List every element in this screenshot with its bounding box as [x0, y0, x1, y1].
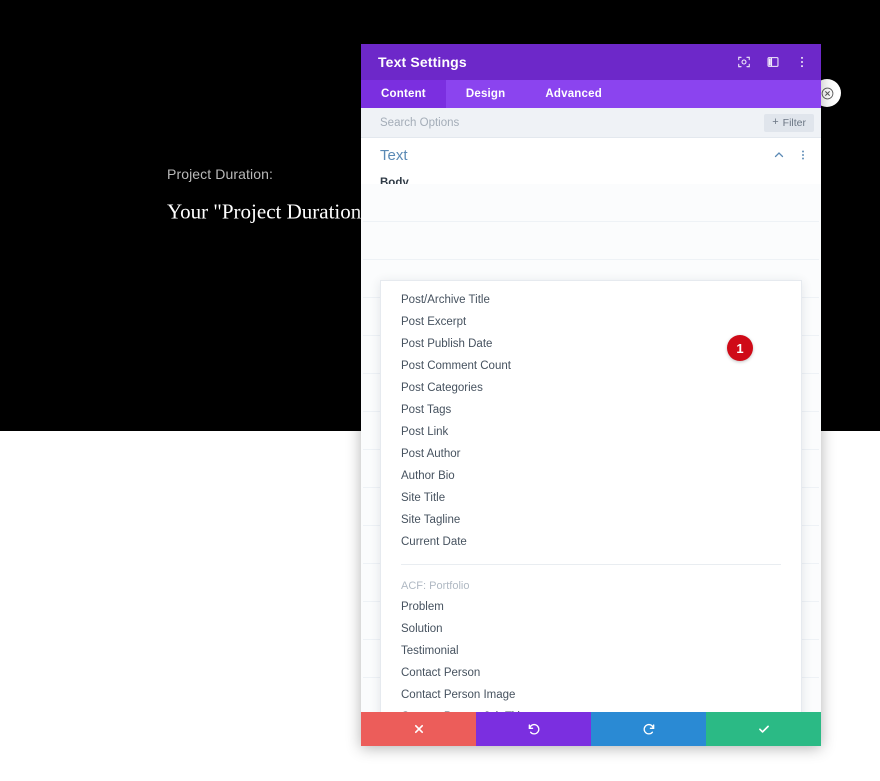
- filter-button[interactable]: + Filter: [764, 113, 814, 132]
- modal-footer: [361, 712, 821, 746]
- dropdown-item[interactable]: Contact Person: [381, 662, 801, 684]
- section-actions: [773, 149, 809, 161]
- filter-button-label: Filter: [782, 116, 806, 129]
- dropdown-item[interactable]: Post Categories: [381, 377, 801, 399]
- tab-advanced[interactable]: Advanced: [525, 80, 622, 108]
- dropdown-item[interactable]: Contact Person Image: [381, 684, 801, 706]
- x-icon: [414, 724, 423, 734]
- modal-header-actions: [736, 55, 809, 70]
- save-button[interactable]: [706, 712, 821, 746]
- dropdown-group-label: ACF: Portfolio: [401, 579, 470, 592]
- split-panel-icon[interactable]: [765, 55, 780, 70]
- plus-icon: +: [772, 116, 779, 128]
- dropdown-item[interactable]: Author Bio: [381, 465, 801, 487]
- step-badge: 1: [727, 335, 753, 361]
- tab-design[interactable]: Design: [446, 80, 526, 108]
- dropdown-item[interactable]: Problem: [381, 596, 801, 618]
- dropdown-item[interactable]: Post Tags: [381, 399, 801, 421]
- text-section-header: Text: [361, 138, 821, 172]
- focus-target-icon[interactable]: [736, 55, 751, 70]
- dropdown-item[interactable]: Post Excerpt: [381, 311, 801, 333]
- dropdown-item[interactable]: Current Date: [381, 531, 801, 553]
- dropdown-primary-group: Post/Archive Title Post Excerpt Post Publi…: [381, 289, 801, 553]
- cancel-button[interactable]: [361, 712, 476, 746]
- dropdown-item[interactable]: Post/Archive Title: [381, 289, 801, 311]
- checkmark-icon: [758, 725, 769, 733]
- text-settings-modal: Text Settings Content Design Advanced Se…: [361, 44, 821, 746]
- dropdown-item[interactable]: Post Link: [381, 421, 801, 443]
- dropdown-acf-group: Problem Solution Testimonial Contact Person…: [381, 596, 801, 712]
- dropdown-item[interactable]: Post Author: [381, 443, 801, 465]
- ghost-row: [363, 222, 819, 260]
- dropdown-divider: [401, 564, 781, 565]
- modal-header: Text Settings: [361, 44, 821, 80]
- background-field-label: Project Duration:: [167, 166, 273, 182]
- dropdown-item[interactable]: Contact Person Job Title: [381, 706, 801, 712]
- dropdown-item[interactable]: Testimonial: [381, 640, 801, 662]
- search-bar: + Filter: [361, 108, 821, 138]
- more-vertical-icon[interactable]: [797, 149, 809, 161]
- modal-body: Text Body Post/Archive Title Post Excerp…: [361, 138, 821, 712]
- tab-content[interactable]: Content: [361, 80, 446, 108]
- more-vertical-icon[interactable]: [794, 55, 809, 70]
- chevron-up-icon[interactable]: [773, 149, 785, 161]
- ghost-row: [363, 184, 819, 222]
- search-input[interactable]: [380, 116, 765, 129]
- redo-icon: [643, 724, 654, 735]
- undo-button[interactable]: [476, 712, 591, 746]
- close-circle-icon: [821, 87, 833, 99]
- modal-title: Text Settings: [378, 54, 467, 70]
- section-title: Text: [380, 146, 408, 164]
- modal-tabs: Content Design Advanced: [361, 80, 821, 108]
- redo-button[interactable]: [591, 712, 706, 746]
- dropdown-item[interactable]: Solution: [381, 618, 801, 640]
- dropdown-item[interactable]: Site Title: [381, 487, 801, 509]
- undo-icon: [528, 724, 539, 735]
- dropdown-item[interactable]: Site Tagline: [381, 509, 801, 531]
